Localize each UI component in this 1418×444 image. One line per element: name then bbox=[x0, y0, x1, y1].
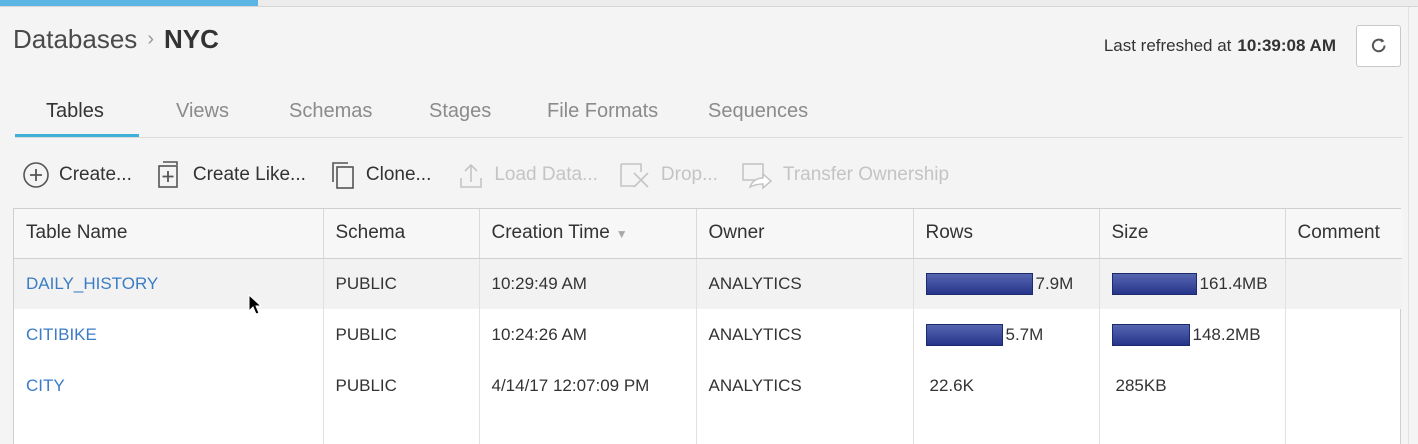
rows-value: 7.9M bbox=[1035, 273, 1074, 293]
last-refreshed-time: 10:39:08 AM bbox=[1237, 36, 1336, 55]
rows-value: 22.6K bbox=[929, 375, 974, 395]
transfer-icon bbox=[742, 163, 773, 190]
tab-tables[interactable]: Tables bbox=[15, 88, 139, 138]
breadcrumb-separator: › bbox=[147, 28, 154, 50]
tab-schemas[interactable]: Schemas bbox=[252, 88, 392, 138]
rows-bar bbox=[925, 272, 1033, 295]
rows-value: 5.7M bbox=[1005, 324, 1044, 344]
table-row[interactable]: CITIBIKE PUBLIC 10:24:26 AM ANALYTICS 5.… bbox=[14, 309, 1402, 360]
table-toolbar: Create... Create Like... Clone... Load D… bbox=[22, 158, 949, 192]
size-value: 161.4MB bbox=[1199, 273, 1268, 293]
size-bar bbox=[1111, 272, 1197, 295]
size-cell: 285KB bbox=[1099, 360, 1286, 411]
upload-icon bbox=[460, 163, 483, 188]
load-data-button[interactable]: Load Data... bbox=[457, 160, 598, 190]
rows-bar bbox=[925, 323, 1003, 346]
schema-cell: PUBLIC bbox=[323, 360, 480, 411]
refresh-button[interactable] bbox=[1356, 25, 1401, 67]
plus-circle-icon bbox=[23, 162, 49, 188]
breadcrumb-current: NYC bbox=[163, 24, 219, 54]
comment-cell bbox=[1285, 360, 1402, 411]
top-progress-strip bbox=[0, 0, 1418, 7]
rows-cell: 7.9M bbox=[913, 258, 1100, 309]
empty-row bbox=[14, 411, 1402, 444]
size-cell: 161.4MB bbox=[1099, 258, 1286, 309]
column-header-comment[interactable]: Comment bbox=[1285, 209, 1402, 259]
tab-sequences[interactable]: Sequences bbox=[671, 88, 821, 138]
clone-button[interactable]: Clone... bbox=[329, 160, 431, 190]
scroll-edge bbox=[1408, 7, 1418, 444]
rows-cell: 5.7M bbox=[913, 309, 1100, 360]
clone-icon bbox=[332, 162, 354, 189]
breadcrumb: Databases › NYC bbox=[13, 24, 219, 55]
table-row[interactable]: CITY PUBLIC 4/14/17 12:07:09 PM ANALYTIC… bbox=[14, 360, 1402, 411]
column-header-rows[interactable]: Rows bbox=[913, 209, 1100, 259]
table-row[interactable]: DAILY_HISTORY PUBLIC 10:29:49 AM ANALYTI… bbox=[14, 258, 1402, 309]
create-label: Create... bbox=[59, 164, 132, 185]
comment-cell bbox=[1285, 309, 1402, 360]
size-value: 148.2MB bbox=[1192, 324, 1261, 344]
rows-cell: 22.6K bbox=[913, 360, 1100, 411]
drop-button[interactable]: Drop... bbox=[618, 160, 718, 190]
comment-cell bbox=[1285, 258, 1402, 309]
table-name-link[interactable]: CITIBIKE bbox=[14, 309, 324, 360]
create-like-label: Create Like... bbox=[192, 164, 306, 185]
schema-cell: PUBLIC bbox=[323, 258, 480, 309]
column-header-creation-time[interactable]: Creation Time ▼ bbox=[479, 209, 697, 259]
tab-stages[interactable]: Stages bbox=[392, 88, 510, 138]
refresh-icon bbox=[1371, 38, 1385, 53]
grid-header-row: Table Name Schema Creation Time ▼ Owner R… bbox=[14, 209, 1402, 259]
column-header-size[interactable]: Size bbox=[1099, 209, 1286, 259]
size-value: 285KB bbox=[1115, 375, 1167, 395]
tables-grid: Table Name Schema Creation Time ▼ Owner R… bbox=[13, 208, 1402, 444]
tab-bar: Tables Views Schemas Stages File Formats… bbox=[15, 88, 821, 138]
column-header-owner[interactable]: Owner bbox=[696, 209, 914, 259]
table-name-link[interactable]: DAILY_HISTORY bbox=[14, 258, 324, 309]
clone-label: Clone... bbox=[365, 164, 432, 185]
transfer-ownership-button[interactable]: Transfer Ownership bbox=[740, 160, 949, 190]
size-bar bbox=[1111, 323, 1190, 346]
load-data-label: Load Data... bbox=[494, 164, 598, 185]
top-strip-active-segment bbox=[0, 0, 258, 6]
owner-cell: ANALYTICS bbox=[696, 309, 914, 360]
creation-time-cell: 10:29:49 AM bbox=[479, 258, 697, 309]
sort-descending-icon: ▼ bbox=[615, 227, 628, 242]
drop-icon bbox=[620, 163, 649, 188]
schema-cell: PUBLIC bbox=[323, 309, 480, 360]
last-refreshed-label: Last refreshed at bbox=[1103, 36, 1232, 55]
tab-file-formats[interactable]: File Formats bbox=[510, 88, 671, 138]
column-header-table-name[interactable]: Table Name bbox=[14, 209, 324, 259]
create-like-icon bbox=[158, 161, 178, 188]
breadcrumb-parent[interactable]: Databases bbox=[13, 24, 137, 55]
owner-cell: ANALYTICS bbox=[696, 258, 914, 309]
last-refreshed: Last refreshed at 10:39:08 AM bbox=[1104, 36, 1336, 56]
transfer-ownership-label: Transfer Ownership bbox=[782, 164, 950, 185]
mouse-cursor-icon bbox=[248, 294, 262, 315]
creation-time-cell: 10:24:26 AM bbox=[479, 309, 697, 360]
owner-cell: ANALYTICS bbox=[696, 360, 914, 411]
drop-label: Drop... bbox=[660, 164, 718, 185]
create-like-button[interactable]: Create Like... bbox=[156, 160, 306, 190]
tab-views[interactable]: Views bbox=[139, 88, 252, 138]
size-cell: 148.2MB bbox=[1099, 309, 1286, 360]
create-button[interactable]: Create... bbox=[22, 161, 132, 189]
table-name-link[interactable]: CITY bbox=[14, 360, 324, 411]
column-header-schema[interactable]: Schema bbox=[323, 209, 480, 259]
creation-time-cell: 4/14/17 12:07:09 PM bbox=[479, 360, 697, 411]
tab-bar-divider bbox=[15, 137, 1403, 138]
